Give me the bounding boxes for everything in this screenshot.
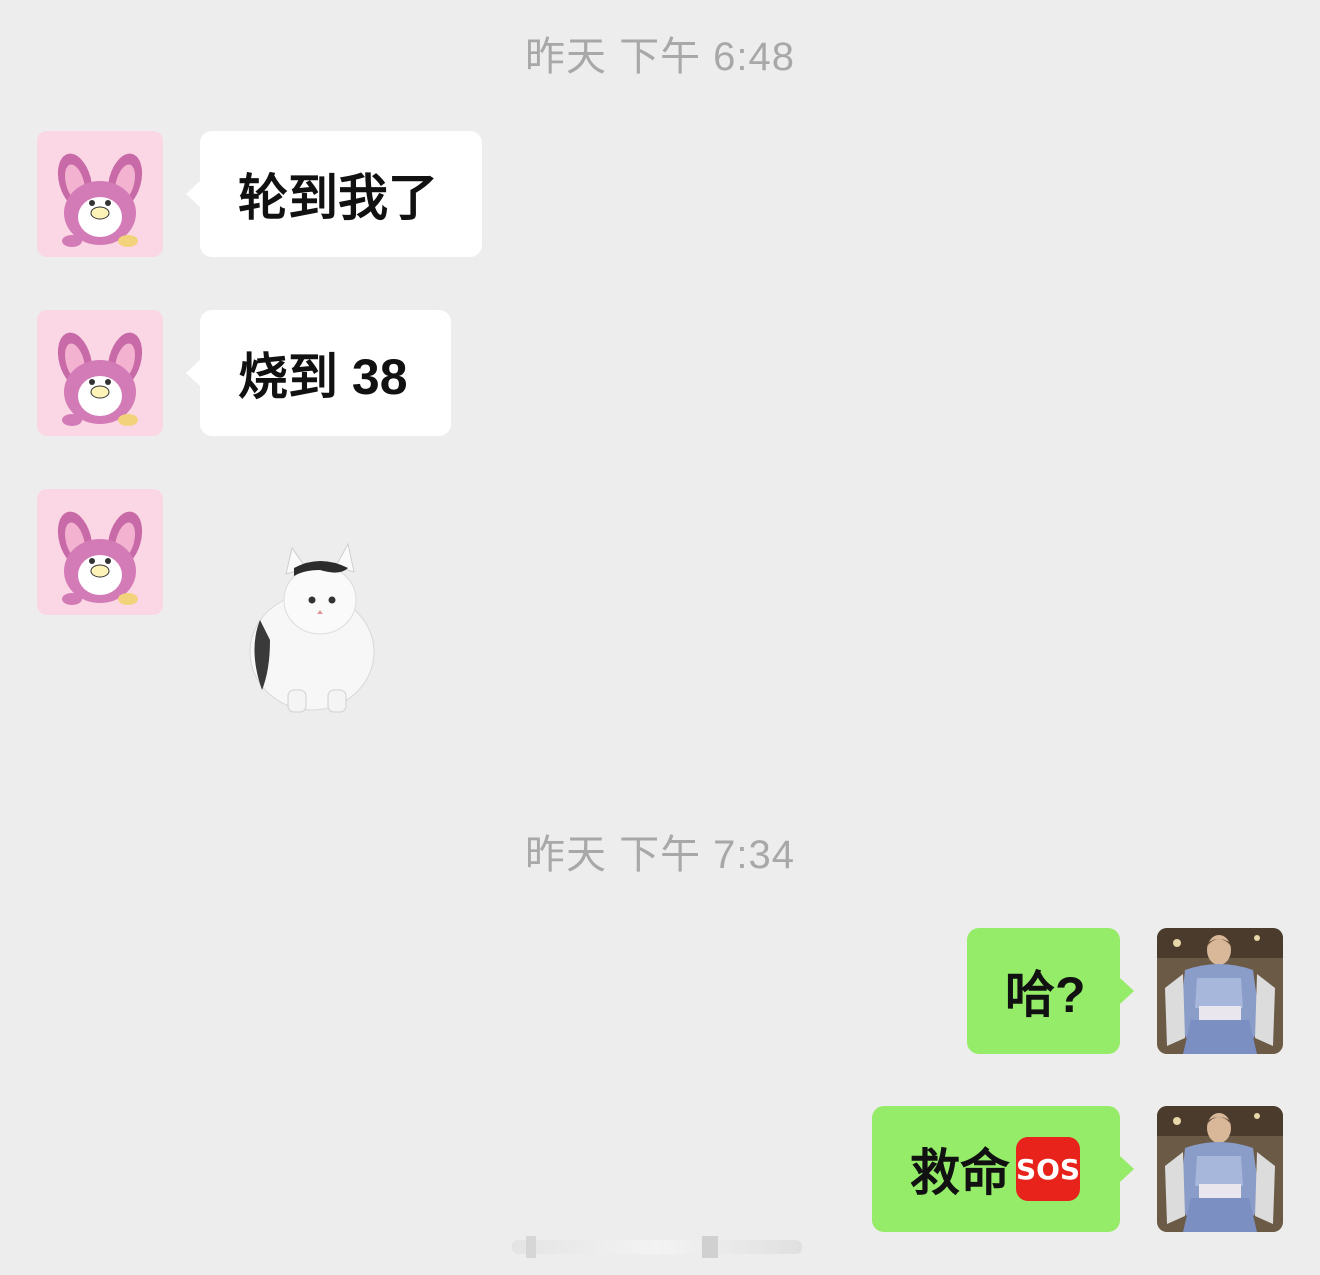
self-avatar[interactable] (1157, 1106, 1283, 1232)
sos-emoji-icon: SOS (1016, 1137, 1080, 1201)
self-avatar[interactable] (1157, 928, 1283, 1054)
runway-model-avatar-icon (1157, 928, 1283, 1054)
message-bubble[interactable]: 救命 SOS (872, 1106, 1134, 1232)
message-bubble[interactable]: 烧到 38 (186, 310, 451, 436)
contact-avatar[interactable] (37, 310, 163, 436)
message-text: 轮到我了 (238, 170, 438, 226)
message-text: 烧到 38 (238, 349, 408, 405)
message-text: 救命 (910, 1145, 1010, 1201)
timestamp: 昨天 下午 6:48 (524, 35, 796, 79)
message-text: 哈? (1005, 967, 1086, 1023)
contact-avatar[interactable] (37, 489, 163, 615)
message-bubble[interactable]: 轮到我了 (186, 131, 482, 257)
blur-bar-icon (512, 1236, 802, 1258)
timestamp: 昨天 下午 7:34 (524, 833, 796, 877)
stitch-avatar-icon (37, 489, 163, 615)
scroll-indicator (512, 1236, 802, 1258)
message-bubble[interactable]: 哈? (967, 928, 1134, 1054)
white-cat-sticker-icon (249, 542, 375, 713)
contact-avatar[interactable] (37, 131, 163, 257)
cat-sticker[interactable] (240, 540, 380, 720)
runway-model-avatar-icon (1157, 1106, 1283, 1232)
stitch-avatar-icon (37, 131, 163, 257)
stitch-avatar-icon (37, 310, 163, 436)
